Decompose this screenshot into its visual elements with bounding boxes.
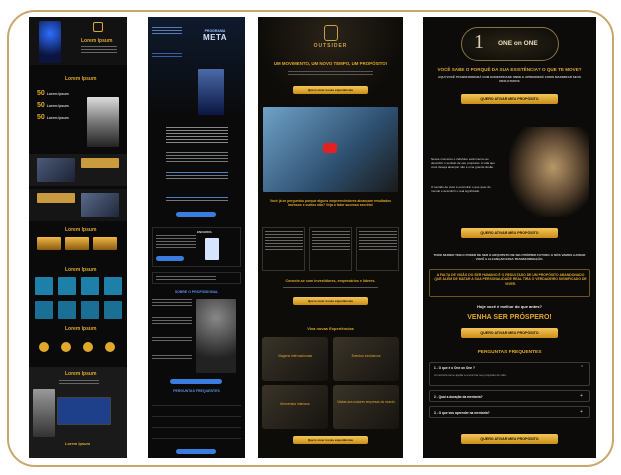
intro-paragraph: O sentido de viver é encontrar o que que…	[431, 185, 491, 193]
faq-item[interactable]: 2 - Qual a duração da mentoria? +	[429, 390, 590, 402]
cta-button[interactable]	[176, 212, 216, 217]
event-photos-section	[29, 154, 127, 186]
card-badge: ENCERRA	[197, 230, 212, 234]
footer-photo	[33, 389, 55, 437]
speaker-photo	[196, 299, 236, 373]
hero-section: PROGRAMA META	[148, 17, 245, 117]
cta-button[interactable]: Quero viver novas experiências	[293, 297, 368, 305]
landing-page-preview-4[interactable]: 1 ONE on ONE VOCÊ SABE O PORQUÊ DA SUA E…	[423, 17, 596, 458]
section-heading: Lorem Ipsum	[65, 267, 97, 273]
hero-heading: Lorem Ipsum	[81, 38, 113, 44]
prospero-heading: VENHA SER PRÓSPERO!	[467, 314, 552, 321]
experience-cards: Viagens internacionais Eventos exclusivo…	[262, 337, 399, 432]
hero-section: OUTSIDER UM MOVIMENTO, UM NOVO TEMPO, UM…	[258, 17, 403, 107]
footer-heading: Lorem Ipsum	[65, 441, 91, 446]
event-photo	[81, 193, 119, 217]
cta-button[interactable]: QUERO ATIVAR MEU PROPÓSITO	[461, 328, 558, 338]
faq-item[interactable]: 3 - O que vou aprender na mentoria? +	[429, 406, 590, 418]
highlight-text: A FALTA DE VISÃO DO SER HUMANO É O RESUL…	[434, 273, 587, 286]
cta-button[interactable]	[170, 379, 222, 384]
landing-page-preview-1[interactable]: Lorem Ipsum Lorem Ipsum 50 Lorem Ipsum 5…	[29, 17, 127, 458]
play-icon[interactable]	[323, 143, 337, 153]
experiences-title: Viva novas Experiências	[307, 326, 354, 331]
cta-button[interactable]: Quero viver novas experiências	[293, 86, 368, 94]
plus-icon[interactable]: +	[580, 409, 583, 415]
logo-icon	[93, 22, 103, 32]
experience-card-label: Viagens internacionais	[277, 354, 313, 358]
experience-card-label: Visitas aos maiores empresas do mundo	[337, 400, 395, 404]
faq-item-open[interactable]: 1 - O que é o One on One ? ⌃ A mentoria …	[429, 362, 590, 386]
experience-card-label: Eventos exclusivos	[351, 354, 381, 358]
program-logo: PROGRAMA META	[202, 29, 228, 42]
experience-card-label: Momentos intensos	[280, 402, 310, 406]
event-photo	[37, 158, 75, 182]
question-text: Você já se perguntou porque alguns empre…	[269, 199, 392, 208]
stats-list: 50 Lorem Ipsum 50 Lorem Ipsum 50 Lorem I…	[37, 90, 69, 121]
cta-button[interactable]	[176, 449, 216, 454]
brand-name: OUTSIDER	[313, 43, 348, 49]
faq-title: PERGUNTAS FREQUENTES	[173, 389, 220, 393]
blue-grid-row	[35, 301, 122, 321]
section-heading: Lorem Ipsum	[65, 227, 97, 233]
blue-grid-row	[35, 277, 122, 297]
faq-question[interactable]: 3 - O que vou aprender na mentoria?	[434, 411, 490, 415]
faq-answer: A mentoria vai te ajudar a encontrar seu…	[434, 373, 507, 377]
faq-title: PERGUNTAS FREQUENTES	[477, 350, 542, 355]
transformation-text: TODO MUNDO TEM O PODER DE SER O ARQUITET…	[433, 253, 586, 261]
hero-photo	[39, 21, 61, 63]
cta-button[interactable]: Quero viver novas experiências	[293, 436, 368, 444]
logo-number: 1	[474, 31, 484, 53]
logo-text: ONE on ONE	[498, 40, 538, 47]
connect-heading: Conecte-se com investidores, empresários…	[285, 279, 376, 283]
event-label	[37, 193, 75, 203]
event-label	[81, 158, 119, 168]
cta-button[interactable]: QUERO ATIVAR MEU PROPÓSITO	[461, 434, 558, 444]
plus-icon[interactable]: +	[580, 393, 583, 399]
section-heading: Lorem Ipsum	[65, 371, 97, 377]
hero-photo	[198, 69, 224, 115]
hero-headline: UM MOVIMENTO, UM NOVO TEMPO, UM PROPÓSIT…	[273, 61, 388, 66]
social-icons	[39, 342, 119, 354]
about-title: SOBRE O PROFISSIONAL	[174, 290, 219, 294]
book-cover	[205, 238, 219, 260]
question-text: Hoje você é melhor do que antes?	[477, 304, 542, 309]
landing-page-preview-2[interactable]: PROGRAMA META ENCERRA SOBRE O PROFISSION…	[148, 17, 245, 458]
crest-icon	[324, 25, 338, 41]
section-heading: Lorem Ipsum	[65, 326, 97, 332]
speaker-photo	[87, 97, 119, 147]
info-box	[152, 272, 241, 284]
hero-headline: VOCÊ SABE O PORQUÊ DA SUA EXISTÊNCIA? O …	[437, 67, 582, 72]
linkedin-icon[interactable]	[105, 342, 115, 352]
section-heading: Lorem Ipsum	[65, 76, 97, 82]
footer-section: Lorem Ipsum Lorem Ipsum	[29, 367, 127, 458]
cta-button[interactable]: QUERO ATIVAR MEU PROPÓSITO	[461, 94, 558, 104]
faq-question[interactable]: 1 - O que é o One on One ?	[434, 366, 475, 370]
instagram-icon[interactable]	[61, 342, 71, 352]
hero-subtitle: AQUI VOCÊ TRANSFORMARÁ COM HONESTIDADE O…	[438, 75, 581, 83]
hero-section: Lorem Ipsum	[29, 17, 127, 65]
faq-question[interactable]: 2 - Qual a duração da mentoria?	[434, 395, 483, 399]
chevron-up-icon[interactable]: ⌃	[580, 365, 584, 371]
landing-page-preview-3[interactable]: OUTSIDER UM MOVIMENTO, UM NOVO TEMPO, UM…	[258, 17, 403, 458]
video-thumbnail[interactable]	[263, 107, 398, 192]
about-card: ENCERRA	[152, 227, 241, 267]
buy-button[interactable]	[156, 256, 184, 261]
event-photos-section	[29, 189, 127, 221]
faq-list[interactable]	[152, 397, 241, 439]
video-thumbnail[interactable]	[57, 397, 111, 425]
lion-image	[509, 127, 589, 217]
youtube-icon[interactable]	[83, 342, 93, 352]
highlight-box: A FALTA DE VISÃO DO SER HUMANO É O RESUL…	[429, 269, 590, 297]
intro-paragraph: Nesse momento o individuo está imerso ao…	[431, 157, 495, 169]
testimonial-row	[262, 227, 399, 272]
logo-badge: 1 ONE on ONE	[461, 27, 559, 61]
facebook-icon[interactable]	[39, 342, 49, 352]
cta-button[interactable]: QUERO ATIVAR MEU PROPÓSITO	[461, 228, 558, 238]
